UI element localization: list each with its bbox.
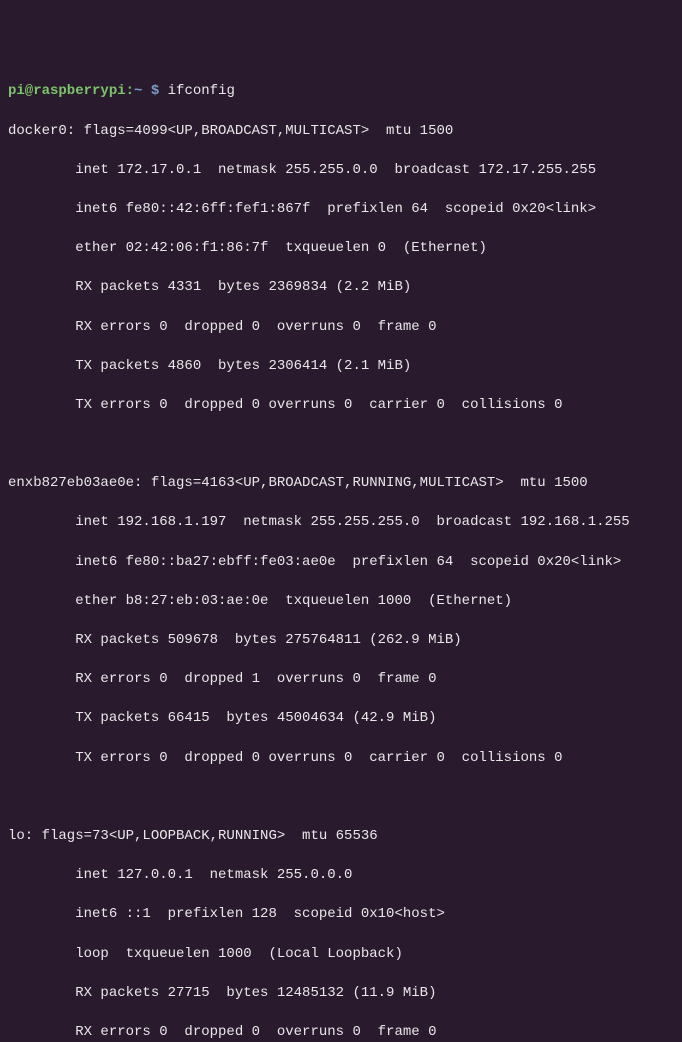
iface-docker0-ether: ether 02:42:06:f1:86:7f txqueuelen 0 (Et…: [8, 239, 674, 259]
iface-enx-header: enxb827eb03ae0e: flags=4163<UP,BROADCAST…: [8, 474, 674, 494]
iface-docker0-tx-packets: TX packets 4860 bytes 2306414 (2.1 MiB): [8, 357, 674, 377]
prompt-colon: :: [126, 83, 134, 99]
iface-enx-rx-errors: RX errors 0 dropped 1 overruns 0 frame 0: [8, 670, 674, 690]
iface-docker0-tx-errors: TX errors 0 dropped 0 overruns 0 carrier…: [8, 396, 674, 416]
iface-docker0-inet6: inet6 fe80::42:6ff:fef1:867f prefixlen 6…: [8, 200, 674, 220]
prompt-path: ~ $: [134, 83, 159, 99]
iface-lo-rx-packets: RX packets 27715 bytes 12485132 (11.9 Mi…: [8, 984, 674, 1004]
blank-line: [8, 788, 674, 808]
blank-line: [8, 435, 674, 455]
iface-lo-rx-errors: RX errors 0 dropped 0 overruns 0 frame 0: [8, 1023, 674, 1042]
iface-enx-inet: inet 192.168.1.197 netmask 255.255.255.0…: [8, 513, 674, 533]
iface-lo-loop: loop txqueuelen 1000 (Local Loopback): [8, 945, 674, 965]
iface-docker0-rx-packets: RX packets 4331 bytes 2369834 (2.2 MiB): [8, 278, 674, 298]
prompt-user-host: pi@raspberrypi: [8, 83, 126, 99]
iface-lo-header: lo: flags=73<UP,LOOPBACK,RUNNING> mtu 65…: [8, 827, 674, 847]
iface-docker0-rx-errors: RX errors 0 dropped 0 overruns 0 frame 0: [8, 318, 674, 338]
iface-lo-inet: inet 127.0.0.1 netmask 255.0.0.0: [8, 866, 674, 886]
iface-docker0-header: docker0: flags=4099<UP,BROADCAST,MULTICA…: [8, 122, 674, 142]
iface-enx-inet6: inet6 fe80::ba27:ebff:fe03:ae0e prefixle…: [8, 553, 674, 573]
command-text[interactable]: ifconfig: [168, 83, 235, 99]
iface-lo-inet6: inet6 ::1 prefixlen 128 scopeid 0x10<hos…: [8, 905, 674, 925]
iface-docker0-inet: inet 172.17.0.1 netmask 255.255.0.0 broa…: [8, 161, 674, 181]
iface-enx-rx-packets: RX packets 509678 bytes 275764811 (262.9…: [8, 631, 674, 651]
prompt-line: pi@raspberrypi:~ $ ifconfig: [8, 82, 674, 102]
iface-enx-tx-packets: TX packets 66415 bytes 45004634 (42.9 Mi…: [8, 709, 674, 729]
iface-enx-ether: ether b8:27:eb:03:ae:0e txqueuelen 1000 …: [8, 592, 674, 612]
iface-enx-tx-errors: TX errors 0 dropped 0 overruns 0 carrier…: [8, 749, 674, 769]
